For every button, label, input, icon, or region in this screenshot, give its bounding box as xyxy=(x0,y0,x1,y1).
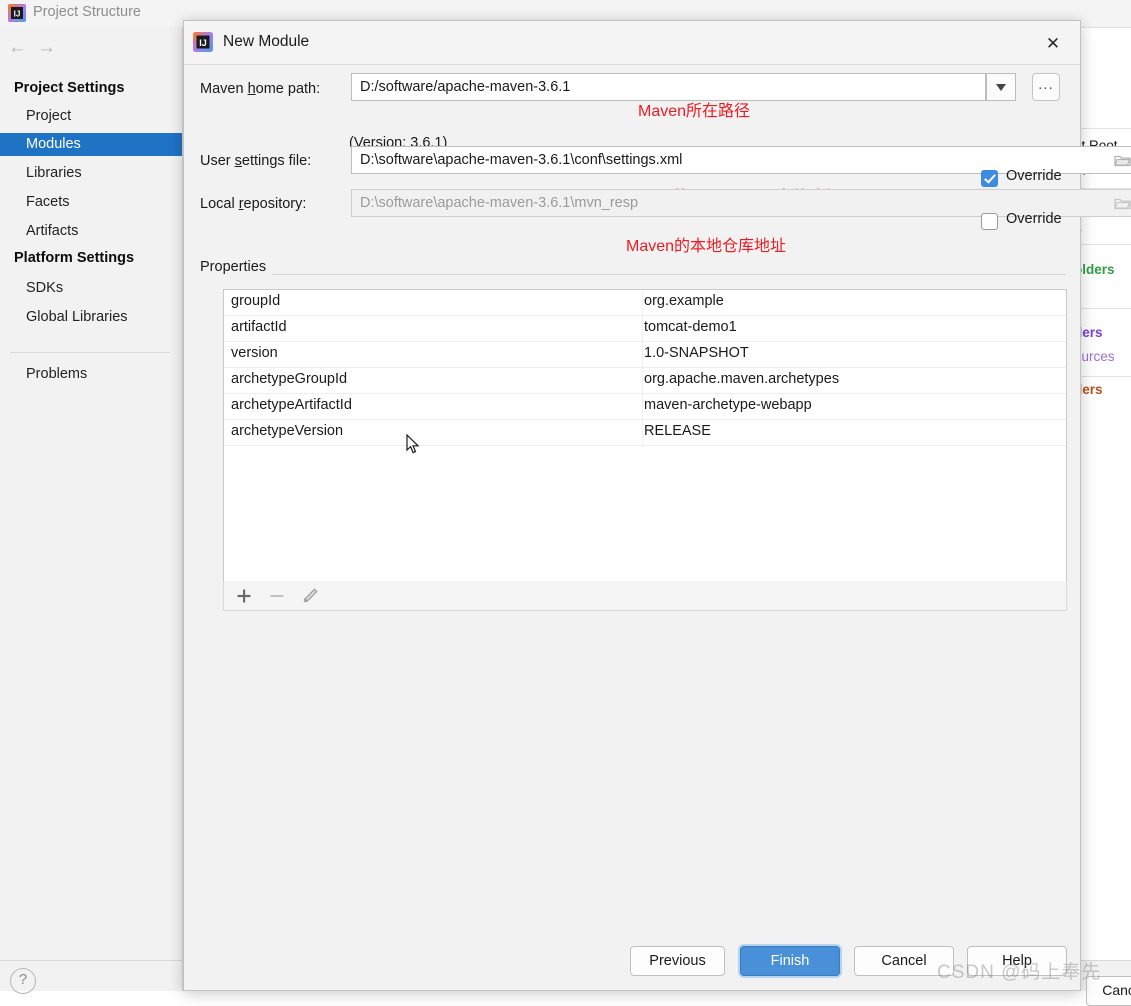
dialog-title: New Module xyxy=(223,33,310,50)
table-row[interactable]: archetypeVersion RELEASE xyxy=(224,420,1066,446)
property-value: maven-archetype-webapp xyxy=(644,397,812,413)
folder-browse-icon[interactable] xyxy=(1114,153,1131,167)
column-separator xyxy=(642,420,643,445)
table-row[interactable]: artifactId tomcat-demo1 xyxy=(224,316,1066,342)
sidebar-divider xyxy=(10,352,170,353)
user-settings-label-suffix: ettings file: xyxy=(241,153,312,169)
table-row[interactable]: archetypeGroupId org.apache.maven.archet… xyxy=(224,368,1066,394)
property-value: tomcat-demo1 xyxy=(644,319,737,335)
maven-home-browse-button[interactable]: ... xyxy=(1032,73,1060,101)
sidebar-item-sdks[interactable]: SDKs xyxy=(0,277,182,300)
back-arrow-icon[interactable]: ← xyxy=(8,38,27,57)
mouse-cursor-icon xyxy=(406,433,420,455)
finish-button[interactable]: Finish xyxy=(740,946,840,976)
sidebar-item-artifacts[interactable]: Artifacts xyxy=(0,220,182,243)
sidebar-group-project-settings: Project Settings xyxy=(14,80,125,96)
property-value: org.example xyxy=(644,293,724,309)
property-name: archetypeGroupId xyxy=(231,371,348,387)
sidebar-item-problems[interactable]: Problems xyxy=(0,363,182,386)
intellij-idea-logo-icon: IJ xyxy=(193,32,213,52)
local-repository-label-suffix: epository: xyxy=(243,196,307,212)
override-label: Override xyxy=(1006,211,1062,227)
property-value: 1.0-SNAPSHOT xyxy=(644,345,749,361)
column-separator xyxy=(642,394,643,419)
sidebar-item-global-libraries[interactable]: Global Libraries xyxy=(0,306,182,329)
override-label: Override xyxy=(1006,168,1062,184)
properties-section-rule xyxy=(200,274,1066,275)
user-settings-file-label: User settings file: xyxy=(200,153,311,169)
plus-icon[interactable] xyxy=(234,586,254,606)
help-circle-icon[interactable]: ? xyxy=(10,968,36,994)
property-name: archetypeArtifactId xyxy=(231,397,352,413)
column-separator xyxy=(642,368,643,393)
column-separator xyxy=(642,342,643,367)
maven-home-label-prefix: Maven xyxy=(200,81,248,97)
checkbox-box-checked[interactable] xyxy=(981,170,998,187)
user-settings-label-mnemonic: s xyxy=(234,153,242,169)
sidebar-group-platform-settings: Platform Settings xyxy=(14,250,135,266)
chevron-down-icon xyxy=(996,84,1006,91)
background-window-title: Project Structure xyxy=(33,4,141,20)
close-icon[interactable]: ✕ xyxy=(1040,31,1066,57)
minus-icon xyxy=(267,586,287,606)
checkbox-box-unchecked[interactable] xyxy=(981,213,998,230)
sidebar-item-modules[interactable]: Modules xyxy=(0,133,182,156)
maven-home-label-suffix: ome path: xyxy=(255,81,321,97)
maven-home-path-label: Maven home path: xyxy=(200,81,320,97)
property-name: archetypeVersion xyxy=(231,423,344,439)
dialog-titlebar: IJ New Module ✕ xyxy=(184,21,1080,65)
svg-text:IJ: IJ xyxy=(199,38,207,48)
table-row[interactable]: version 1.0-SNAPSHOT xyxy=(224,342,1066,368)
folder-browse-icon-disabled xyxy=(1114,196,1131,210)
forward-arrow-icon[interactable]: → xyxy=(37,38,56,57)
intellij-idea-logo-icon: IJ xyxy=(8,4,26,22)
property-name: version xyxy=(231,345,278,361)
local-repository-label-prefix: Local xyxy=(200,196,239,212)
property-value: org.apache.maven.archetypes xyxy=(644,371,840,387)
svg-text:IJ: IJ xyxy=(14,10,21,19)
maven-home-label-mnemonic: h xyxy=(247,81,256,97)
table-row[interactable]: groupId org.example xyxy=(224,290,1066,316)
table-row[interactable]: archetypeArtifactId maven-archetype-weba… xyxy=(224,394,1066,420)
property-name: groupId xyxy=(231,293,281,309)
annotation-local-repository: Maven的本地仓库地址 xyxy=(626,238,787,255)
maven-home-dropdown-button[interactable] xyxy=(986,73,1016,101)
properties-section-label: Properties xyxy=(200,259,273,275)
previous-button[interactable]: Previous xyxy=(630,946,725,976)
properties-toolbar xyxy=(223,581,1067,611)
column-separator xyxy=(642,316,643,341)
sidebar-item-libraries[interactable]: Libraries xyxy=(0,162,182,185)
annotation-maven-home: Maven所在路径 xyxy=(638,103,751,120)
sidebar-item-project[interactable]: Project xyxy=(0,105,182,128)
new-module-dialog: IJ New Module ✕ Maven home path: D:/soft… xyxy=(183,20,1131,991)
property-name: artifactId xyxy=(231,319,287,335)
user-settings-label-prefix: User xyxy=(200,153,235,169)
properties-table[interactable]: groupId org.example artifactId tomcat-de… xyxy=(223,289,1067,582)
property-value: RELEASE xyxy=(644,423,711,439)
local-repository-label: Local repository: xyxy=(200,196,306,212)
column-separator xyxy=(642,290,643,315)
sidebar-item-facets[interactable]: Facets xyxy=(0,191,182,214)
pencil-edit-icon[interactable] xyxy=(300,586,320,606)
csdn-watermark: CSDN @码上奉先 xyxy=(937,962,1102,983)
